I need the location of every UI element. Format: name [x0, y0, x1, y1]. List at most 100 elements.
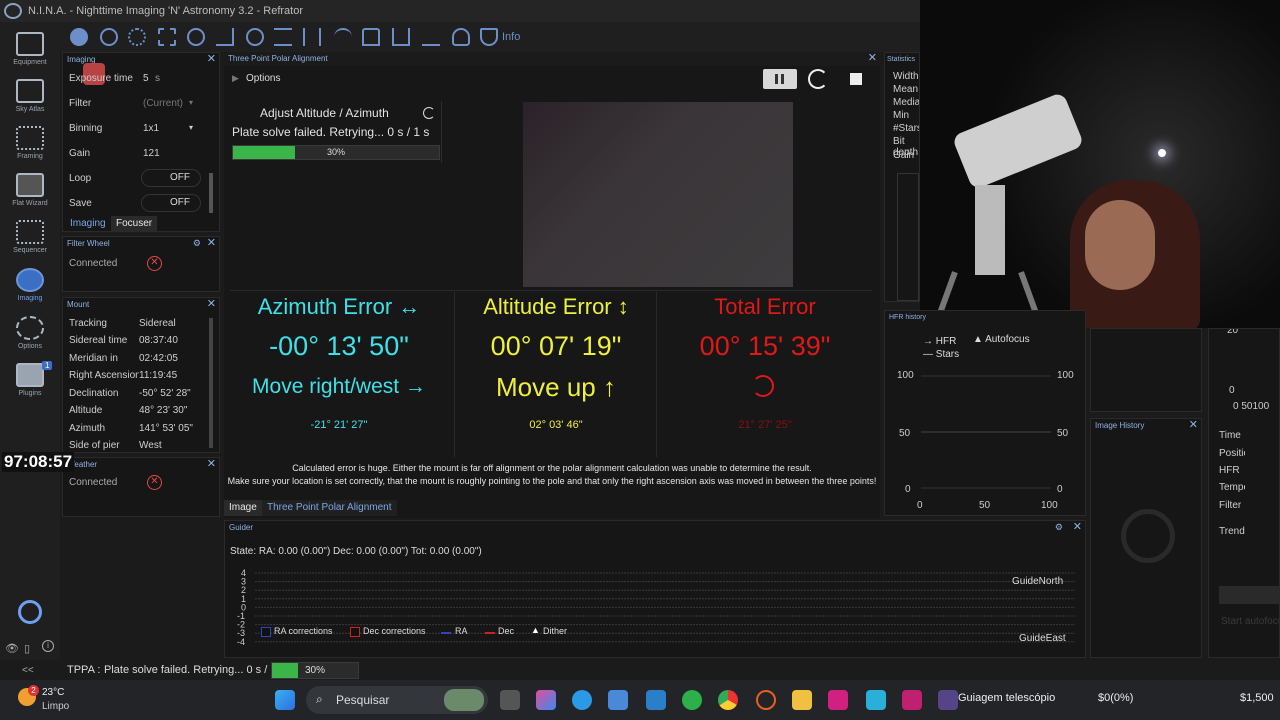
close-icon[interactable]: ✕	[207, 53, 216, 66]
y-tick: 50	[899, 428, 911, 439]
af-label: Trend	[1219, 526, 1245, 537]
refresh-icon[interactable]	[808, 69, 828, 89]
altitude-move-hint: Move up ↑	[496, 372, 616, 402]
mount-row-label: Azimuth	[69, 423, 106, 434]
nav-framing[interactable]: Framing	[0, 126, 60, 160]
y-tick: 20	[1227, 328, 1239, 336]
app-icon[interactable]	[866, 690, 886, 710]
nav-sky-atlas[interactable]: Sky Atlas	[0, 79, 60, 113]
stat-label: Mean	[893, 84, 919, 95]
weather-header: Weather	[67, 460, 98, 469]
nav-options[interactable]: Options	[0, 316, 60, 350]
save-toggle[interactable]: OFF	[141, 194, 201, 212]
nav-sequencer[interactable]: Sequencer	[0, 220, 60, 254]
hfr-chart: 100 50 0 100 50 0 0 50 100	[897, 370, 1074, 511]
camera-image[interactable]	[523, 102, 793, 287]
stat-label: Min	[893, 110, 910, 121]
settings-icon[interactable]: ⚙	[193, 238, 201, 249]
start-autofocus-button[interactable]: Start autofocus	[1221, 616, 1279, 627]
nav-flat-wizard[interactable]: Flat Wizard	[0, 173, 60, 207]
guide-north-label: GuideNorth	[1012, 576, 1063, 587]
copilot-icon[interactable]	[536, 690, 556, 710]
curve-tool-icon[interactable]	[334, 28, 352, 46]
options-expander[interactable]: Options	[246, 73, 280, 84]
windows-start-icon[interactable]	[275, 690, 295, 710]
x-tick: 0	[917, 500, 923, 511]
filter-select[interactable]: (Current)	[143, 98, 183, 109]
stat-label: Median	[893, 97, 920, 108]
whatsapp-icon[interactable]	[682, 690, 702, 710]
opera-icon[interactable]	[756, 690, 776, 710]
scrollbar[interactable]	[209, 173, 213, 213]
scrollbar[interactable]	[209, 318, 213, 448]
task-view-icon[interactable]	[500, 690, 520, 710]
info-icon[interactable]: i	[42, 640, 54, 652]
loop-toggle[interactable]: OFF	[141, 169, 201, 187]
edge-icon[interactable]	[572, 690, 592, 710]
dither-legend: Dither	[543, 626, 568, 636]
sliders-tool-icon[interactable]	[303, 28, 321, 46]
close-icon[interactable]: ✕	[1073, 521, 1082, 534]
dome-tool-icon[interactable]	[362, 28, 380, 46]
close-icon[interactable]: ✕	[207, 237, 216, 250]
close-icon[interactable]: ✕	[868, 52, 877, 65]
rotator-frame-tool-icon[interactable]	[158, 28, 176, 46]
nav-imaging[interactable]: Imaging	[0, 268, 60, 302]
taskbar-app-title[interactable]: Guiagem telescópio	[958, 692, 1055, 704]
chrome-icon[interactable]	[718, 690, 738, 710]
disconnect-icon[interactable]: ✕	[147, 256, 162, 271]
close-icon[interactable]: ✕	[207, 298, 216, 311]
hfr-legend: → HFR	[923, 336, 957, 347]
power-icon[interactable]	[18, 600, 42, 624]
disconnect-icon[interactable]: ✕	[147, 475, 162, 490]
tab-three-point-polar-alignment[interactable]: Three Point Polar Alignment	[262, 500, 397, 516]
error-message-2: Make sure your location is set correctly…	[227, 476, 877, 486]
gain-input[interactable]: 121	[143, 148, 160, 159]
filter-wheel-tool-icon[interactable]	[100, 28, 118, 46]
nina-taskbar-icon[interactable]	[938, 690, 958, 710]
tab-focuser[interactable]: Focuser	[111, 216, 158, 232]
expand-icon[interactable]: ▶	[232, 73, 239, 84]
collapse-button[interactable]: <<	[22, 665, 34, 676]
error-message-1: Calculated error is huge. Either the mou…	[292, 463, 812, 473]
settings-icon[interactable]: ⚙	[1055, 522, 1063, 533]
camera-tool-icon[interactable]	[70, 28, 88, 46]
file-explorer-icon[interactable]	[792, 690, 812, 710]
mount-row-value: 11:19:45	[139, 370, 178, 381]
focuser-tool-icon[interactable]	[128, 28, 146, 46]
mount-row-value: Sidereal	[139, 318, 176, 329]
telescope-tool-icon[interactable]	[216, 28, 234, 46]
filter-wheel-panel: Filter Wheel ⚙ ✕ Connected ✕	[62, 236, 220, 292]
pause-button[interactable]	[763, 69, 797, 89]
shield-tool-icon[interactable]	[480, 28, 498, 46]
eye-icon[interactable]: 👁	[5, 642, 19, 655]
book-icon[interactable]: ▯	[24, 642, 30, 655]
guider-tool-icon[interactable]	[422, 28, 440, 46]
search-box[interactable]: ⌕ Pesquisar	[306, 686, 488, 714]
stop-button[interactable]	[850, 73, 862, 85]
nav-equipment[interactable]: Equipment	[0, 32, 60, 66]
close-icon[interactable]: ✕	[1189, 419, 1198, 432]
app-icon[interactable]	[902, 690, 922, 710]
af-select[interactable]	[1219, 586, 1279, 604]
app-icon[interactable]	[646, 690, 666, 710]
tab-imaging[interactable]: Imaging	[65, 216, 111, 232]
store-icon[interactable]	[608, 690, 628, 710]
histogram-frame	[897, 173, 919, 301]
binning-select[interactable]: 1x1	[143, 123, 159, 134]
imaging-icon	[16, 268, 44, 292]
target-tool-icon[interactable]	[246, 28, 264, 46]
mount-row-label: Side of pier	[69, 440, 120, 451]
tab-image[interactable]: Image	[224, 500, 262, 516]
app-icon[interactable]	[828, 690, 848, 710]
framing-icon	[16, 126, 44, 150]
list-tool-icon[interactable]	[274, 28, 292, 46]
azimuth-error-value: -00° 13' 50"	[269, 331, 409, 361]
rotator-tool-icon[interactable]	[187, 28, 205, 46]
close-icon[interactable]: ✕	[207, 458, 216, 471]
webcam-overlay	[920, 0, 1280, 328]
exposure-time-input[interactable]: 5	[143, 73, 149, 84]
info-tab-label[interactable]: Info	[502, 31, 520, 43]
bulb-tool-icon[interactable]	[452, 28, 470, 46]
chart-tool-icon[interactable]	[392, 28, 410, 46]
